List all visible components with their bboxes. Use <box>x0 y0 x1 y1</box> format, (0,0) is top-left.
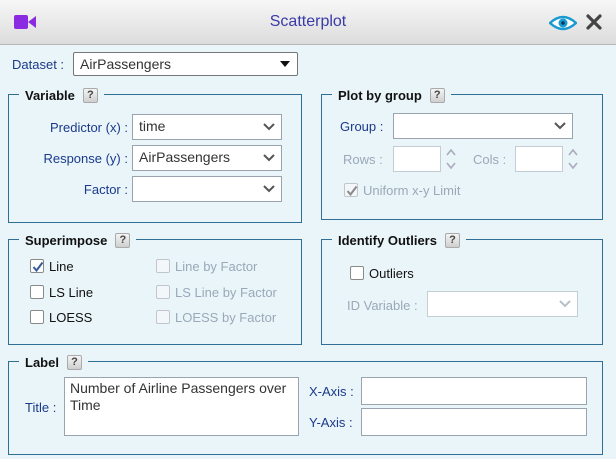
ls-line-by-factor-checkbox[interactable] <box>156 285 170 299</box>
chevron-down-icon <box>263 123 275 131</box>
uniform-xy-limit-checkbox[interactable] <box>344 183 358 197</box>
cols-label: Cols : <box>473 152 507 167</box>
title-field-label: Title : <box>25 400 57 415</box>
plot-by-group-legend: Plot by group ? <box>332 86 451 104</box>
group-label: Group : <box>340 119 384 134</box>
cols-input[interactable] <box>515 146 563 172</box>
id-variable-select[interactable] <box>427 291 578 317</box>
chevron-down-icon <box>559 300 571 308</box>
identify-outliers-legend: Identify Outliers ? <box>332 231 466 249</box>
plot-by-group-help-button[interactable]: ? <box>429 87 445 103</box>
ls-line-by-factor-label: LS Line by Factor <box>175 285 277 300</box>
chevron-down-icon <box>554 122 566 130</box>
response-value: AirPassengers <box>139 149 231 165</box>
predictor-select[interactable]: time <box>132 114 282 140</box>
loess-label: LOESS <box>49 310 93 325</box>
superimpose-legend: Superimpose ? <box>19 231 137 249</box>
close-icon[interactable] <box>586 14 602 30</box>
ls-line-checkbox[interactable] <box>30 285 44 299</box>
uniform-xy-limit-label: Uniform x-y Limit <box>363 183 461 198</box>
superimpose-help-button[interactable]: ? <box>115 232 131 248</box>
ls-line-label: LS Line <box>49 285 94 300</box>
predictor-label: Predictor (x) : <box>49 120 128 135</box>
label-help-button[interactable]: ? <box>66 354 82 370</box>
label-legend: Label ? <box>19 353 88 371</box>
xaxis-label: X-Axis : <box>309 384 354 399</box>
cols-spinner-icon[interactable] <box>568 147 578 171</box>
loess-checkbox[interactable] <box>30 310 44 324</box>
id-variable-label: ID Variable : <box>347 298 418 313</box>
title-bar: Scatterplot <box>0 0 616 45</box>
response-select[interactable]: AirPassengers <box>132 145 282 171</box>
title-textarea[interactable]: Number of Airline Passengers over Time <box>64 377 299 436</box>
outliers-checkbox[interactable] <box>350 266 364 280</box>
line-label: Line <box>49 259 74 274</box>
response-label: Response (y) : <box>43 151 128 166</box>
check-icon <box>346 185 358 197</box>
chevron-down-icon <box>263 185 275 193</box>
variable-title: Variable <box>25 87 75 103</box>
identify-outliers-title: Identify Outliers <box>338 232 437 248</box>
loess-by-factor-checkbox[interactable] <box>156 310 170 324</box>
check-icon <box>32 261 44 273</box>
group-select[interactable] <box>393 113 573 139</box>
xaxis-input[interactable] <box>361 377 587 405</box>
rows-label: Rows : <box>343 152 383 167</box>
window-title: Scatterplot <box>269 13 347 30</box>
variable-legend: Variable ? <box>19 86 104 104</box>
dropdown-arrow-icon <box>280 61 290 67</box>
yaxis-input[interactable] <box>361 408 587 436</box>
factor-select[interactable] <box>132 176 282 202</box>
rows-input[interactable] <box>393 146 441 172</box>
identify-outliers-help-button[interactable]: ? <box>444 232 460 248</box>
eye-icon[interactable] <box>549 15 577 31</box>
variable-help-button[interactable]: ? <box>82 87 98 103</box>
plot-by-group-title: Plot by group <box>338 87 422 103</box>
outliers-label: Outliers <box>369 266 414 281</box>
loess-by-factor-label: LOESS by Factor <box>175 310 277 325</box>
line-checkbox[interactable] <box>30 259 44 273</box>
dataset-select[interactable]: AirPassengers <box>73 52 298 76</box>
dataset-value: AirPassengers <box>80 56 172 72</box>
yaxis-label: Y-Axis : <box>309 415 353 430</box>
rows-spinner-icon[interactable] <box>446 147 456 171</box>
chevron-down-icon <box>263 154 275 162</box>
line-by-factor-checkbox[interactable] <box>156 259 170 273</box>
predictor-value: time <box>139 118 166 134</box>
line-by-factor-label: Line by Factor <box>175 259 258 274</box>
superimpose-title: Superimpose <box>25 232 108 248</box>
dataset-label: Dataset : <box>12 57 65 72</box>
factor-label: Factor : <box>83 182 128 197</box>
label-title: Label <box>25 354 59 370</box>
